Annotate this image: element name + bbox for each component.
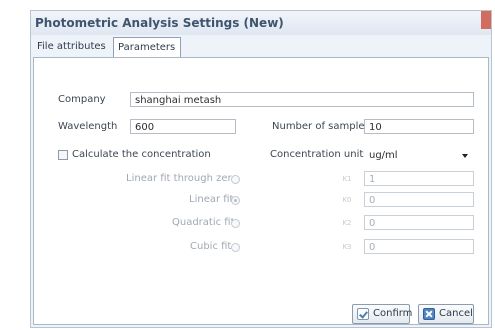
samples-input[interactable]: 10 bbox=[364, 119, 474, 134]
tab-file-attributes[interactable]: File attributes bbox=[33, 38, 107, 56]
title-bar[interactable]: Photometric Analysis Settings (New) bbox=[31, 11, 491, 35]
calc-concentration-label[interactable]: Calculate the concentration bbox=[72, 149, 211, 160]
wavelength-label: Wavelength bbox=[58, 121, 118, 132]
k0-input[interactable]: 0 bbox=[364, 192, 474, 207]
tab-parameters[interactable]: Parameters bbox=[113, 37, 181, 59]
window-title: Photometric Analysis Settings (New) bbox=[35, 16, 284, 30]
k3-input[interactable]: 0 bbox=[364, 239, 474, 254]
cancel-button-label: Cancel bbox=[439, 308, 473, 319]
units-label: Concentration units bbox=[270, 149, 369, 160]
company-label: Company bbox=[58, 94, 106, 105]
units-select-value: ug/ml bbox=[369, 150, 398, 161]
close-icon[interactable] bbox=[481, 11, 491, 29]
samples-label: Number of samples bbox=[272, 121, 370, 132]
settings-dialog: Photometric Analysis Settings (New) File… bbox=[30, 10, 492, 328]
fit-label-quadratic: Quadratic fit bbox=[172, 217, 235, 228]
k-coefficient-icon: K1 bbox=[342, 175, 352, 183]
radio-cubic[interactable] bbox=[231, 243, 240, 252]
radio-linear[interactable] bbox=[231, 196, 240, 205]
wavelength-input[interactable]: 600 bbox=[130, 119, 236, 134]
cancel-button[interactable]: Cancel bbox=[418, 304, 474, 324]
checkmark-icon bbox=[357, 308, 369, 320]
confirm-button-label: Confirm bbox=[373, 308, 413, 319]
radio-linear-zero[interactable] bbox=[231, 175, 240, 184]
radio-quadratic[interactable] bbox=[231, 219, 240, 228]
fit-label-linear: Linear fit bbox=[189, 194, 234, 205]
units-select[interactable]: ug/ml bbox=[364, 147, 474, 162]
k2-input[interactable]: 0 bbox=[364, 215, 474, 230]
chevron-down-icon[interactable] bbox=[462, 154, 468, 158]
k1-input[interactable]: 1 bbox=[364, 171, 474, 186]
k-coefficient-icon: K3 bbox=[342, 243, 352, 251]
confirm-button[interactable]: Confirm bbox=[352, 304, 413, 324]
k-coefficient-icon: K0 bbox=[342, 196, 352, 204]
company-input[interactable]: shanghai metash bbox=[130, 92, 474, 107]
k-coefficient-icon: K2 bbox=[342, 219, 352, 227]
cancel-icon bbox=[423, 308, 435, 320]
fit-label-cubic: Cubic fit bbox=[190, 241, 232, 252]
calc-concentration-checkbox[interactable] bbox=[58, 150, 68, 160]
fit-label-linear-zero: Linear fit through zero bbox=[126, 173, 238, 184]
parameters-panel: Company shanghai metash Wavelength 600 N… bbox=[33, 57, 489, 325]
